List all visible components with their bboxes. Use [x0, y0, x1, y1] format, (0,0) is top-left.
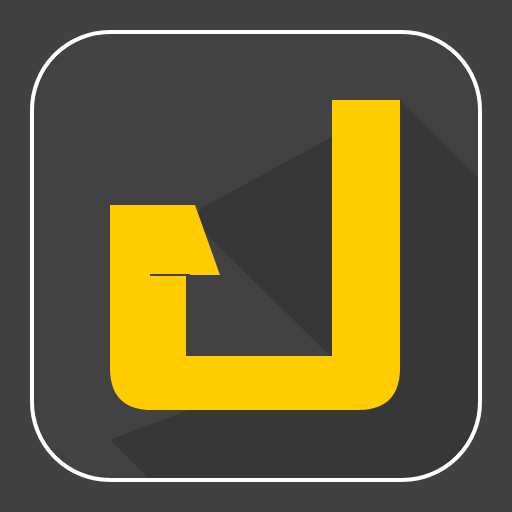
app-icon-svg: [0, 0, 512, 512]
app-icon-canvas: [0, 0, 512, 512]
